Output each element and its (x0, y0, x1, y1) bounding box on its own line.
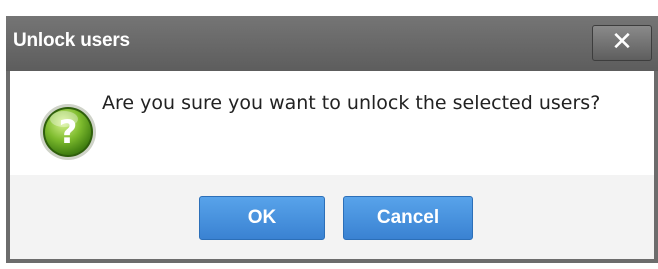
svg-text:?: ? (59, 113, 78, 151)
close-icon: ✕ (611, 27, 633, 57)
unlock-users-dialog: Unlock users ✕ ? Are you sure you want t… (6, 16, 658, 263)
confirmation-message: Are you sure you want to unlock the sele… (102, 92, 601, 114)
question-icon: ? (40, 104, 96, 160)
dialog-footer: OK Cancel (10, 175, 654, 259)
dialog-titlebar: Unlock users ✕ (6, 16, 658, 71)
dialog-title: Unlock users (13, 30, 130, 51)
cancel-button[interactable]: Cancel (343, 196, 473, 240)
ok-button[interactable]: OK (199, 196, 325, 240)
dialog-body: ? Are you sure you want to unlock the se… (10, 71, 654, 175)
close-button[interactable]: ✕ (592, 25, 652, 61)
